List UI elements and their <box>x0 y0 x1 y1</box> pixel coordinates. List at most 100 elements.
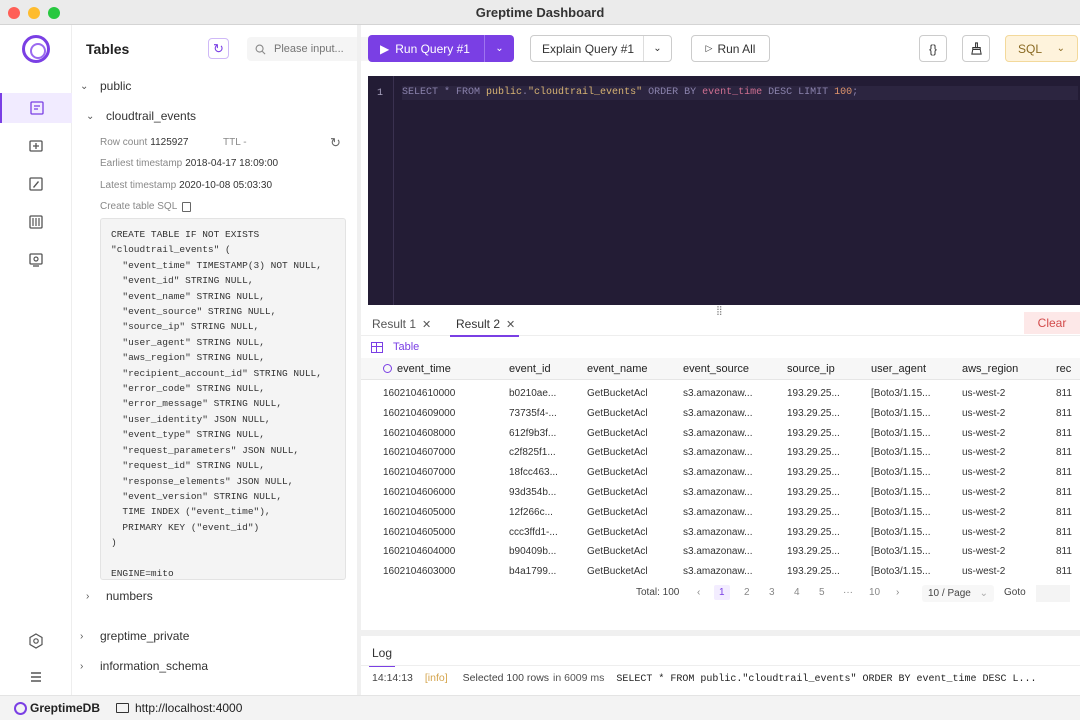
page-number[interactable]: 4 <box>794 587 800 598</box>
column-header[interactable]: event_time <box>383 363 451 375</box>
refresh-tables-button[interactable]: ↻ <box>208 38 229 59</box>
table-cell: 612f9b3f... <box>509 427 557 439</box>
table-cell: 811 <box>1056 506 1072 518</box>
table-cell: 811 <box>1056 447 1072 459</box>
page-number[interactable]: 1 <box>714 585 730 600</box>
column-header[interactable]: event_id <box>509 363 551 375</box>
table-row[interactable]: 1602104604000 b90409b... GetBucketAcl s3.am… <box>361 543 1080 561</box>
clear-results-button[interactable]: Clear <box>1024 312 1080 334</box>
view-mode-table[interactable]: Table <box>371 341 419 353</box>
tree-table-numbers[interactable]: › numbers <box>86 586 153 606</box>
table-cell: GetBucketAcl <box>587 427 648 439</box>
table-row[interactable]: 1602104605000 12f266c... GetBucketAcl s3.am… <box>361 504 1080 522</box>
settings-gear-icon[interactable] <box>0 626 72 656</box>
chevron-right-icon: › <box>80 660 84 672</box>
tree-db-information-schema[interactable]: › information_schema <box>80 656 208 676</box>
ttl: TTL - <box>223 137 247 148</box>
column-header[interactable]: event_name <box>587 363 648 375</box>
table-row[interactable]: 1602104609000 73735f4-... GetBucketAcl s3.a… <box>361 405 1080 423</box>
nav-scripts-icon[interactable] <box>0 169 72 199</box>
page-number[interactable]: ··· <box>843 587 853 598</box>
tab-label: Result 2 <box>456 317 501 331</box>
nav-rail <box>0 25 72 695</box>
sql-editor[interactable]: 1 SELECT * FROM public."cloudtrail_event… <box>368 76 1080 305</box>
nav-dashboard-icon[interactable] <box>0 245 72 275</box>
goto-input[interactable] <box>1036 585 1070 602</box>
tables-sidebar: Tables ↻ ⌄ public ⌄ cloudtrail_events Ro… <box>72 25 413 695</box>
table-cell: c2f825f1... <box>509 447 556 459</box>
page-number[interactable]: 10 <box>869 587 880 598</box>
db-name: information_schema <box>100 659 209 673</box>
server-icon <box>116 703 129 713</box>
tree-db-greptime-private[interactable]: › greptime_private <box>80 626 189 646</box>
copy-icon[interactable] <box>182 201 192 212</box>
tab-result-2[interactable]: Result 2 ✕ <box>449 317 520 337</box>
page-number[interactable]: 3 <box>769 587 775 598</box>
code-schema: public <box>486 87 523 98</box>
table-cell: 1602104607000 <box>383 447 456 459</box>
tab-result-1[interactable]: Result 1 ✕ <box>372 317 431 331</box>
table-cell: 193.29.25... <box>787 526 840 538</box>
next-page-icon[interactable]: › <box>896 587 899 598</box>
format-sql-button[interactable]: {} <box>919 35 947 62</box>
column-header[interactable]: event_source <box>683 363 749 375</box>
table-cell: s3.amazonaw... <box>683 506 753 518</box>
page-size-select[interactable]: 10 / Page ⌄ <box>922 585 994 602</box>
clear-editor-button[interactable] <box>962 35 990 62</box>
table-cell: us-west-2 <box>962 427 1006 439</box>
language-select[interactable]: SQL ⌄ <box>1005 35 1078 62</box>
chevron-right-icon: › <box>80 630 84 642</box>
close-icon[interactable]: ✕ <box>506 318 515 331</box>
latest-timestamp: Latest timestamp 2020-10-08 05:03:30 <box>100 180 272 191</box>
table-cell: GetBucketAcl <box>587 526 648 538</box>
table-cell: b4a1799... <box>509 566 557 578</box>
divider <box>361 665 1080 666</box>
table-row[interactable]: 1602104607000 c2f825f1... GetBucketAcl s3.a… <box>361 444 1080 462</box>
chevron-down-icon[interactable]: ⌄ <box>643 36 671 61</box>
nav-settings-icon[interactable] <box>0 207 72 237</box>
braces-icon: {} <box>928 41 937 56</box>
run-query-text: Run Query #1 <box>395 41 470 56</box>
run-query-label: ▶ Run Query #1 <box>368 42 484 56</box>
tree-table-cloudtrail[interactable]: ⌄ cloudtrail_events <box>86 106 196 126</box>
run-all-button[interactable]: ▷ Run All <box>691 35 770 62</box>
page-number[interactable]: 2 <box>744 587 750 598</box>
column-header[interactable]: user_agent <box>871 363 926 375</box>
editor-line[interactable]: SELECT * FROM public."cloudtrail_events"… <box>402 86 1078 100</box>
log-time: 14:14:13 <box>372 672 413 684</box>
table-row[interactable]: 1602104610000 b0210ae... GetBucketAcl s3.am… <box>361 385 1080 403</box>
column-header[interactable]: source_ip <box>787 363 835 375</box>
table-row[interactable]: 1602104606000 93d354b... GetBucketAcl s3.am… <box>361 484 1080 502</box>
table-row[interactable]: 1602104603000 b4a1799... GetBucketAcl s3.am… <box>361 563 1080 581</box>
column-header[interactable]: aws_region <box>962 363 1018 375</box>
table-row[interactable]: 1602104607000 18fcc463... GetBucketAcl s3.a… <box>361 464 1080 482</box>
table-row[interactable]: 1602104605000 ccc3ffd1-... GetBucketAcl s3.… <box>361 524 1080 542</box>
prev-page-icon[interactable]: ‹ <box>697 587 700 598</box>
tab-log[interactable]: Log <box>368 646 396 667</box>
nav-ingest-icon[interactable] <box>0 131 72 161</box>
chevron-down-icon: ⌄ <box>1056 43 1065 54</box>
nav-query-icon[interactable] <box>0 93 72 123</box>
brand-name: GreptimeDB <box>30 701 101 715</box>
log-resize-handle[interactable] <box>361 630 1080 636</box>
row-count-label: Row count <box>100 137 148 148</box>
clock-icon <box>383 364 392 373</box>
tree-db-public[interactable]: ⌄ public <box>80 76 131 96</box>
row-count-value: 1125927 <box>150 137 189 148</box>
page-number[interactable]: 5 <box>819 587 825 598</box>
table-row[interactable]: 1602104608000 612f9b3f... GetBucketAcl s3.a… <box>361 425 1080 443</box>
window-title: Greptime Dashboard <box>475 5 605 20</box>
play-outline-icon: ▷ <box>705 43 713 53</box>
host-info[interactable]: http://localhost:4000 <box>116 701 242 715</box>
close-icon[interactable]: ✕ <box>422 318 431 331</box>
run-query-button[interactable]: ▶ Run Query #1 ⌄ <box>368 35 514 62</box>
chevron-down-icon[interactable]: ⌄ <box>484 35 514 62</box>
menu-icon[interactable] <box>0 662 72 692</box>
latest-label: Latest timestamp <box>100 180 177 191</box>
column-header[interactable]: rec <box>1056 363 1071 375</box>
refresh-table-icon[interactable]: ↻ <box>330 135 341 151</box>
explain-query-button[interactable]: Explain Query #1 ⌄ <box>530 35 672 62</box>
table-cell: [Boto3/1.15... <box>871 388 931 399</box>
editor-gutter: 1 <box>368 76 394 305</box>
table-cell: 1602104609000 <box>383 407 456 419</box>
